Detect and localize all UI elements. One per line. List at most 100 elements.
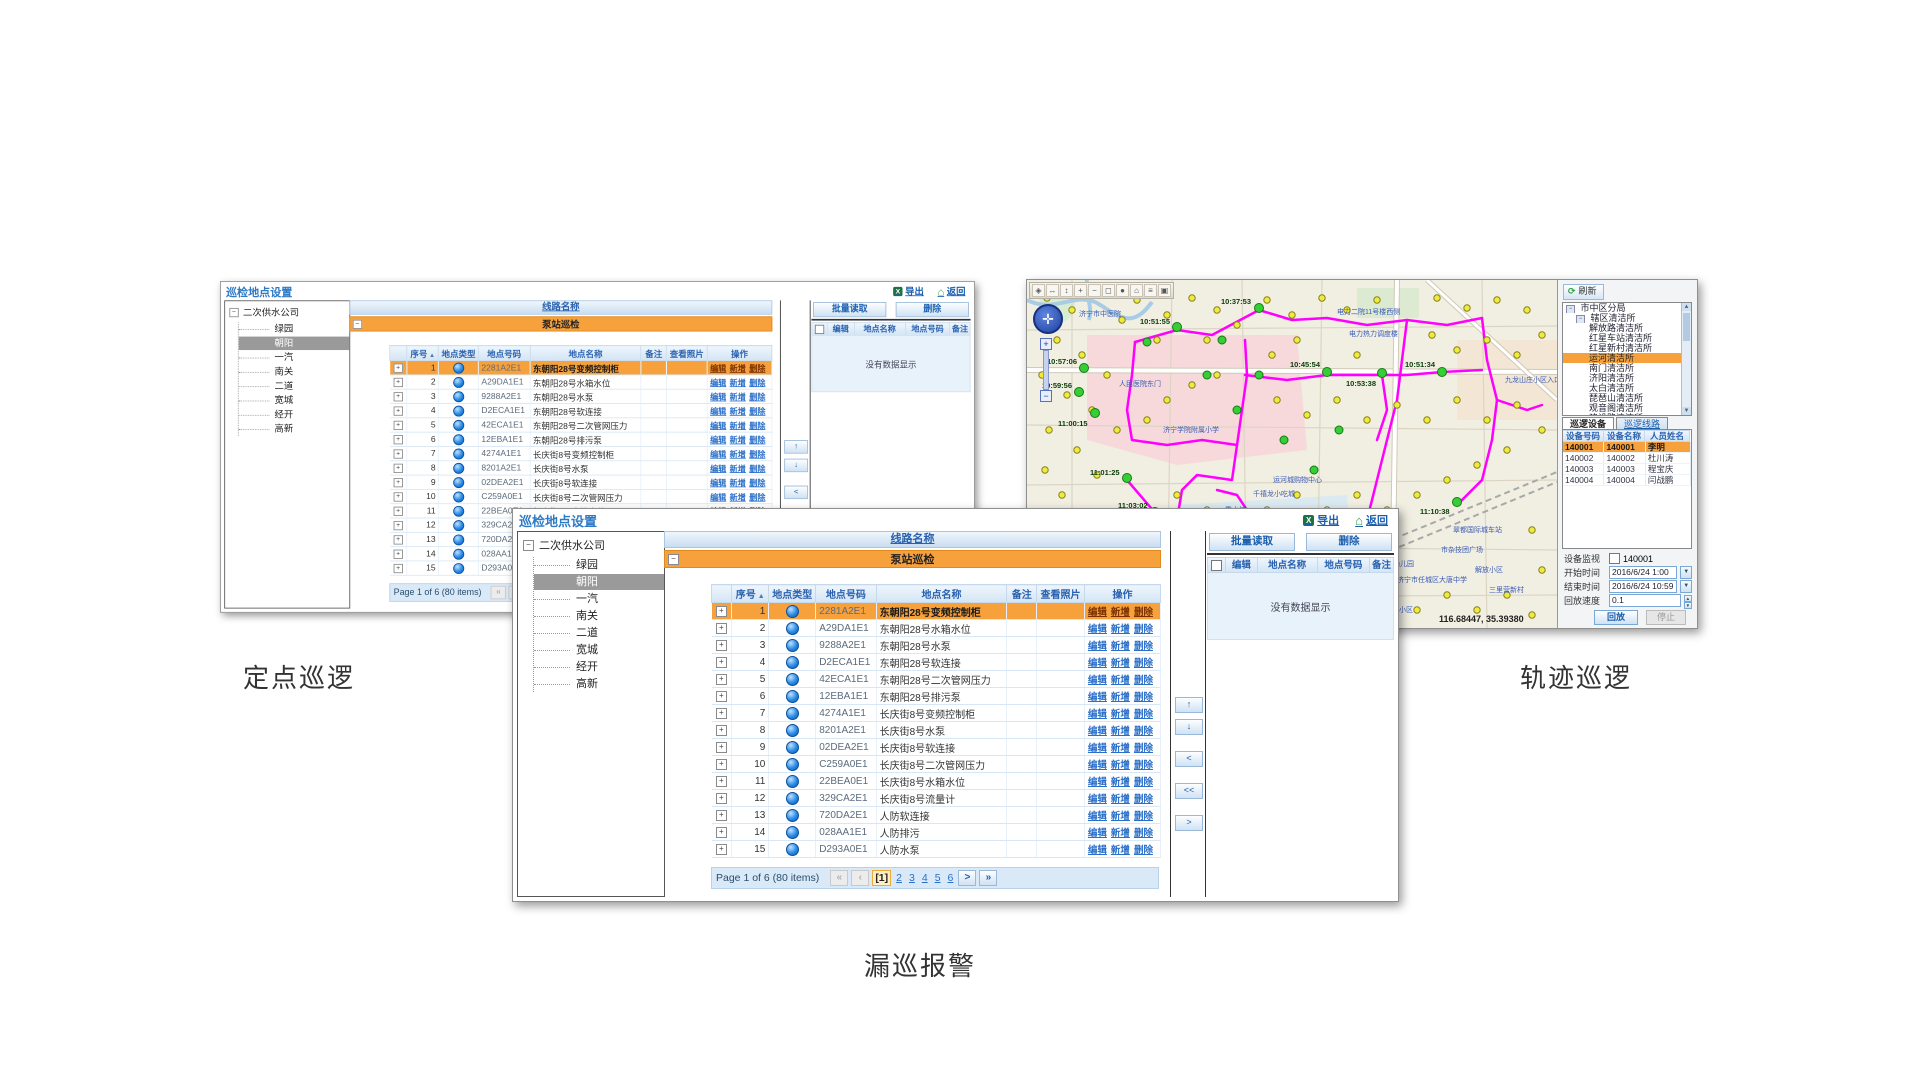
row-op-2[interactable]: 删除	[1134, 794, 1153, 805]
route-name-link[interactable]: 线路名称	[542, 302, 579, 312]
point-row-10[interactable]: +10C259A0E1长庆街8号二次管网压力编辑新增删除	[390, 489, 772, 503]
column-6[interactable]: 操作	[707, 345, 772, 360]
row-op-0[interactable]: 编辑	[1088, 726, 1107, 737]
row-op-0[interactable]: 编辑	[710, 436, 726, 445]
row-op-1[interactable]: 新增	[1111, 828, 1130, 839]
expand-icon[interactable]: +	[716, 725, 727, 736]
device-row-140004[interactable]: 140004140004闫战鹏	[1563, 475, 1691, 486]
row-op-1[interactable]: 新增	[1111, 607, 1130, 618]
point-row-5[interactable]: +542ECA1E1东朝阳28号二次管网压力编辑新增删除	[712, 671, 1161, 688]
row-op-2[interactable]: 删除	[749, 436, 765, 445]
row-expand-cell[interactable]: +	[712, 654, 732, 671]
speed-input[interactable]: 0.1	[1609, 594, 1681, 607]
row-op-2[interactable]: 删除	[1134, 675, 1153, 686]
delete-button[interactable]: 删除	[1306, 533, 1392, 551]
row-expand-cell[interactable]: +	[390, 518, 407, 532]
point-row-2[interactable]: +2A29DA1E1东朝阳28号水箱水位编辑新增删除	[390, 375, 772, 389]
legend-item-琵琶山清洁所[interactable]: 琵琶山清洁所	[1563, 393, 1691, 403]
legend-item-太白清洁所[interactable]: 太白清洁所	[1563, 383, 1691, 393]
row-expand-cell[interactable]: +	[390, 418, 407, 432]
column-3[interactable]: 地点名称	[530, 345, 641, 360]
row-op-0[interactable]: 编辑	[1088, 743, 1107, 754]
batch-read-button[interactable]: 批量读取	[1209, 533, 1295, 551]
device-row-140001[interactable]: 140001140001李明	[1563, 442, 1691, 453]
row-expand-cell[interactable]: +	[712, 688, 732, 705]
transfer-button-2[interactable]: <	[1175, 751, 1203, 767]
map-tool-icon-5[interactable]: ◻	[1102, 284, 1115, 297]
point-row-6[interactable]: +612EBA1E1东朝阳28号排污泵编辑新增删除	[712, 688, 1161, 705]
row-op-0[interactable]: 编辑	[710, 479, 726, 488]
map-tool-icon-3[interactable]: +	[1074, 284, 1087, 297]
select-all-checkbox[interactable]	[815, 325, 824, 334]
row-op-0[interactable]: 编辑	[710, 364, 726, 373]
map-tool-icon-6[interactable]: ●	[1116, 284, 1129, 297]
row-op-2[interactable]: 删除	[1134, 845, 1153, 856]
row-expand-cell[interactable]: +	[712, 620, 732, 637]
row-op-1[interactable]: 新增	[730, 379, 746, 388]
playback-button[interactable]: 回放	[1594, 610, 1638, 625]
row-expand-cell[interactable]: +	[712, 841, 732, 858]
point-row-14[interactable]: +14028AA1E1人防排污编辑新增删除	[712, 824, 1161, 841]
tree-item-朝阳[interactable]: 朝阳	[239, 337, 350, 350]
expand-icon[interactable]: +	[716, 674, 727, 685]
legend-scrollbar[interactable]: ▲ ▼	[1681, 303, 1691, 415]
start-time-dropdown-icon[interactable]: ▼	[1680, 566, 1692, 579]
scroll-up-icon[interactable]: ▲	[1682, 303, 1691, 311]
map-zoom-control[interactable]: + −	[1040, 338, 1052, 402]
expand-icon[interactable]: +	[393, 535, 402, 544]
legend-item-红星车站清洁所[interactable]: 红星车站清洁所	[1563, 333, 1691, 343]
row-expand-cell[interactable]: +	[712, 790, 732, 807]
pager-page-4[interactable]: 4	[920, 872, 930, 884]
device-row-140003[interactable]: 140003140003程宝庆	[1563, 464, 1691, 475]
point-row-3[interactable]: +39288A2E1东朝阳28号水泵编辑新增删除	[390, 389, 772, 403]
point-row-7[interactable]: +74274A1E1长庆街8号变频控制柜编辑新增删除	[390, 446, 772, 460]
transfer-button-0[interactable]: ↑	[1175, 697, 1203, 713]
column-5[interactable]: 查看照片	[666, 345, 707, 360]
point-row-2[interactable]: +2A29DA1E1东朝阳28号水箱水位编辑新增删除	[712, 620, 1161, 637]
row-op-0[interactable]: 编辑	[710, 407, 726, 416]
point-row-6[interactable]: +612EBA1E1东朝阳28号排污泵编辑新增删除	[390, 432, 772, 446]
expand-icon[interactable]: +	[393, 392, 402, 401]
tree-item-高新[interactable]: 高新	[239, 422, 350, 435]
tree-item-经开[interactable]: 经开	[534, 659, 664, 675]
column-0[interactable]: 序号▲	[407, 345, 439, 360]
collapse-icon[interactable]: −	[1566, 305, 1575, 313]
expand-icon[interactable]: +	[716, 657, 727, 668]
tree-item-宽城[interactable]: 宽城	[239, 394, 350, 407]
row-op-0[interactable]: 编辑	[710, 422, 726, 431]
row-expand-cell[interactable]: +	[390, 475, 407, 489]
legend-item-南门清洁所[interactable]: 南门清洁所	[1563, 363, 1691, 373]
expand-icon[interactable]: +	[393, 464, 402, 473]
row-expand-cell[interactable]: +	[712, 722, 732, 739]
row-expand-cell[interactable]: +	[712, 773, 732, 790]
point-row-12[interactable]: +12329CA2E1长庆街8号流量计编辑新增删除	[712, 790, 1161, 807]
pager-next-button[interactable]: >	[958, 870, 976, 886]
expand-icon[interactable]: +	[716, 708, 727, 719]
tree-item-一汽[interactable]: 一汽	[239, 351, 350, 364]
zoom-slider-track[interactable]	[1043, 350, 1049, 390]
point-row-15[interactable]: +15D293A0E1人防水泵编辑新增删除	[712, 841, 1161, 858]
legend-item-红星新村清洁所[interactable]: 红星新村清洁所	[1563, 343, 1691, 353]
tree-item-经开[interactable]: 经开	[239, 408, 350, 421]
tree-root-node[interactable]: − 二次供水公司	[225, 301, 349, 321]
point-row-5[interactable]: +542ECA1E1东朝阳28号二次管网压力编辑新增删除	[390, 418, 772, 432]
legend-tree-root[interactable]: − 市中区分局	[1563, 303, 1691, 313]
row-expand-cell[interactable]: +	[712, 739, 732, 756]
route-name-header[interactable]: 线路名称	[664, 531, 1161, 548]
tree-item-绿园[interactable]: 绿园	[534, 557, 664, 573]
row-op-1[interactable]: 新增	[730, 407, 746, 416]
row-expand-cell[interactable]: +	[390, 532, 407, 546]
row-op-2[interactable]: 删除	[749, 450, 765, 459]
expand-icon[interactable]: +	[393, 406, 402, 415]
tree-item-绿园[interactable]: 绿园	[239, 322, 350, 335]
row-op-1[interactable]: 新增	[1111, 675, 1130, 686]
row-op-1[interactable]: 新增	[730, 364, 746, 373]
transfer-button-1[interactable]: ↓	[784, 459, 808, 472]
expand-icon[interactable]: +	[393, 435, 402, 444]
row-expand-cell[interactable]: +	[390, 389, 407, 403]
expand-icon[interactable]: +	[716, 810, 727, 821]
row-op-2[interactable]: 删除	[749, 393, 765, 402]
transfer-button-2[interactable]: <	[784, 486, 808, 499]
row-expand-cell[interactable]: +	[712, 637, 732, 654]
row-op-2[interactable]: 删除	[1134, 624, 1153, 635]
